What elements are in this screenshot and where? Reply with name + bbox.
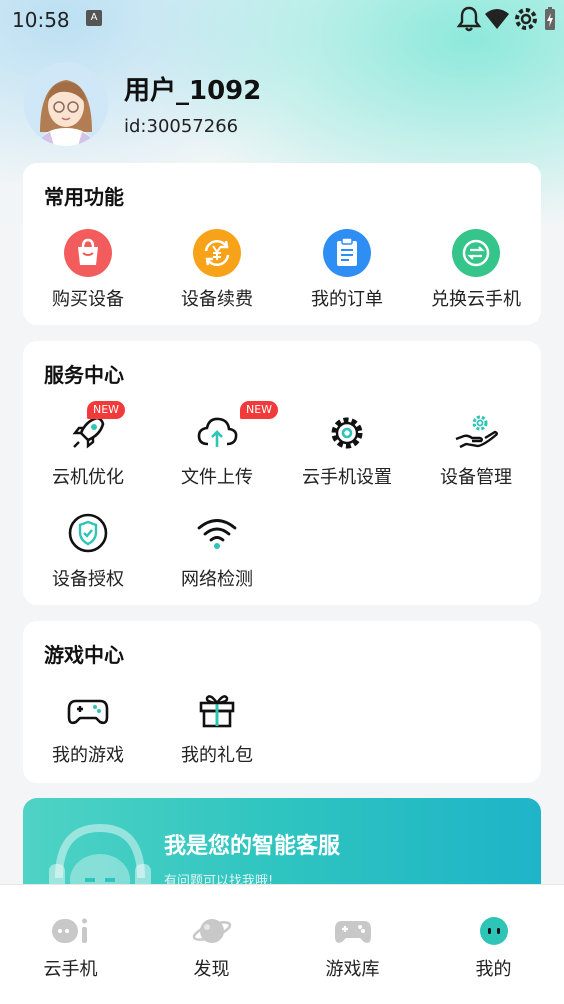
game-center-title: 游戏中心 xyxy=(44,643,124,667)
settings-status-icon xyxy=(515,8,537,30)
gamepad-icon xyxy=(64,687,112,735)
common-functions-card: 常用功能 购买设备 设备续费 我的订单 兑换云手机 xyxy=(23,163,541,325)
my-orders-label: 我的订单 xyxy=(311,289,383,310)
avatar[interactable] xyxy=(24,62,108,146)
file-upload-label: 文件上传 xyxy=(181,467,253,488)
hand-gear-icon xyxy=(452,409,500,457)
bottom-tab-bar: 云手机 发现 游戏库 我的 xyxy=(0,884,564,1004)
my-orders-item[interactable]: 我的订单 xyxy=(282,227,412,317)
service-center-card: 服务中心 NEW 云机优化 NEW 文件上传 云手机设置 设备管理 设备授权 网… xyxy=(23,341,541,605)
exchange-icon xyxy=(452,229,500,277)
renew-yen-icon xyxy=(193,229,241,277)
planet-icon xyxy=(192,919,232,943)
my-games-label: 我的游戏 xyxy=(52,745,124,766)
bell-icon xyxy=(456,6,482,32)
shield-check-icon xyxy=(64,509,112,557)
clipboard-icon xyxy=(323,229,371,277)
service-center-title: 服务中心 xyxy=(44,363,124,387)
device-authorize-item[interactable]: 设备授权 xyxy=(23,503,153,593)
gift-icon xyxy=(193,687,241,735)
tab-discover-label: 发现 xyxy=(193,959,230,980)
device-renew-item[interactable]: 设备续费 xyxy=(152,227,282,317)
gear-icon xyxy=(323,409,371,457)
buy-device-item[interactable]: 购买设备 xyxy=(23,227,153,317)
status-icons xyxy=(456,4,556,34)
network-check-item[interactable]: 网络检测 xyxy=(152,503,282,593)
shopping-bag-icon xyxy=(64,229,112,277)
my-games-item[interactable]: 我的游戏 xyxy=(23,685,153,775)
wifi-status-icon xyxy=(485,9,509,29)
battery-icon xyxy=(545,7,555,30)
my-gifts-item[interactable]: 我的礼包 xyxy=(152,685,282,775)
game-center-card: 游戏中心 我的游戏 我的礼包 xyxy=(23,621,541,783)
tab-mine[interactable]: 我的 xyxy=(423,885,564,1004)
file-upload-item[interactable]: NEW 文件上传 xyxy=(152,401,282,491)
buy-device-label: 购买设备 xyxy=(52,289,124,310)
status-bar: 10:58 A xyxy=(0,0,564,40)
avatar-illustration xyxy=(24,62,108,146)
common-functions-title: 常用功能 xyxy=(44,185,124,209)
tab-cloud-phone[interactable]: 云手机 xyxy=(0,885,141,1004)
new-badge: NEW xyxy=(87,401,126,419)
exchange-cloudphone-item[interactable]: 兑换云手机 xyxy=(411,227,541,317)
wifi-icon xyxy=(193,509,241,557)
exchange-cloudphone-label: 兑换云手机 xyxy=(431,289,521,310)
cloudphone-settings-label: 云手机设置 xyxy=(302,467,392,488)
cloud-optimize-item[interactable]: NEW 云机优化 xyxy=(23,401,153,491)
my-gifts-label: 我的礼包 xyxy=(181,745,253,766)
network-check-label: 网络检测 xyxy=(181,569,253,590)
device-authorize-label: 设备授权 xyxy=(52,569,124,590)
device-management-label: 设备管理 xyxy=(440,467,512,488)
tab-discover[interactable]: 发现 xyxy=(141,885,282,1004)
tab-mine-label: 我的 xyxy=(475,959,512,980)
device-management-item[interactable]: 设备管理 xyxy=(411,401,541,491)
gamepad-icon xyxy=(335,921,371,943)
tab-game-library[interactable]: 游戏库 xyxy=(282,885,423,1004)
tab-cloud-phone-label: 云手机 xyxy=(43,959,98,980)
notification-a-icon: A xyxy=(86,10,102,26)
cloud-optimize-label: 云机优化 xyxy=(52,467,124,488)
banner-title: 我是您的智能客服 xyxy=(164,834,341,859)
cloud-phone-icon xyxy=(52,918,87,943)
new-badge: NEW xyxy=(240,401,279,419)
username: 用户_1092 xyxy=(124,76,262,106)
tab-game-library-label: 游戏库 xyxy=(325,959,380,980)
cloud-upload-icon xyxy=(193,409,241,457)
cloudphone-settings-item[interactable]: 云手机设置 xyxy=(282,401,412,491)
status-time: 10:58 xyxy=(12,8,70,32)
face-icon xyxy=(480,917,508,945)
user-id: id:30057266 xyxy=(124,116,239,137)
device-renew-label: 设备续费 xyxy=(181,289,253,310)
